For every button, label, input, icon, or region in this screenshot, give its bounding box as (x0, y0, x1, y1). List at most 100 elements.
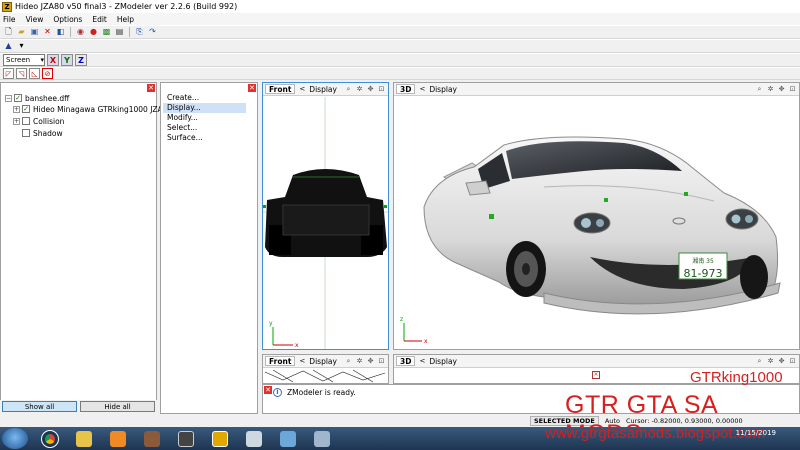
window-title: Hideo JZA80 v50 final3 - ZModeler ver 2.… (15, 2, 238, 11)
start-button[interactable] (2, 428, 28, 449)
chrome-icon[interactable] (34, 428, 66, 449)
zmodeler-taskbar-icon[interactable] (204, 428, 236, 449)
pan-icon[interactable]: ✥ (777, 85, 786, 94)
maximize-icon[interactable]: ⊡ (788, 357, 797, 366)
tree-item-banshee[interactable]: − ✓ banshee.dff (5, 93, 69, 103)
front-wireframe: y x (263, 97, 388, 349)
rotate-icon[interactable]: ✲ (355, 85, 364, 94)
media-player-icon[interactable] (102, 428, 134, 449)
menu-edit[interactable]: Edit (92, 15, 107, 24)
visibility-checkbox[interactable] (22, 117, 30, 125)
command-panel: ✕ Create... Display... Modify... Select.… (160, 82, 258, 414)
tree-item-label: banshee.dff (25, 93, 70, 103)
maximize-icon[interactable]: ⊡ (788, 85, 797, 94)
select-polygon-icon[interactable]: ◹ (16, 68, 27, 79)
expand-icon[interactable]: + (13, 117, 20, 125)
zoom-icon[interactable]: ⌕ (755, 85, 764, 94)
front-viewport-secondary[interactable]: Front < Display ⌕ ✲ ✥ ⊡ (262, 354, 389, 384)
chevron-left-icon[interactable]: < (299, 357, 305, 365)
pan-icon[interactable]: ✥ (777, 357, 786, 366)
perspective-viewport[interactable]: 3D < Display ⌕ ✲ ✥ ⊡ 湘南 35 81-973 z x (393, 82, 800, 350)
delete-icon[interactable]: ✕ (42, 27, 53, 38)
redo-icon[interactable]: ↷ (147, 27, 158, 38)
rotate-icon[interactable]: ✲ (766, 357, 775, 366)
menu-file[interactable]: File (3, 15, 16, 24)
viewport-mode[interactable]: Display (429, 85, 457, 94)
axis-x-button[interactable]: X (47, 54, 59, 66)
select-object-icon[interactable]: ◺ (29, 68, 40, 79)
select-vertex-icon[interactable]: ◸ (3, 68, 14, 79)
visibility-checkbox[interactable]: ✓ (14, 94, 22, 102)
viewport-controls: ⌕ ✲ ✥ ⊡ (344, 85, 388, 94)
new-file-icon[interactable]: 🗋 (3, 27, 14, 38)
show-all-button[interactable]: Show all (2, 401, 77, 412)
maximize-icon[interactable]: ⊡ (377, 85, 386, 94)
viewport-mode[interactable]: Display (309, 85, 337, 94)
chevron-left-icon[interactable]: < (419, 85, 425, 93)
axis-y-button[interactable]: Y (61, 54, 73, 66)
snipping-tool-icon[interactable] (238, 428, 270, 449)
game-icon[interactable] (136, 428, 168, 449)
no-select-icon[interactable]: ⊘ (42, 68, 53, 79)
maximize-icon[interactable]: ⊡ (377, 357, 386, 366)
menu-options[interactable]: Options (53, 15, 82, 24)
zoom-icon[interactable]: ⌕ (344, 85, 353, 94)
image-viewer-icon[interactable] (272, 428, 304, 449)
texture-icon[interactable]: ▤ (114, 27, 125, 38)
menu-help[interactable]: Help (117, 15, 134, 24)
toolbar-divider (129, 27, 130, 37)
render-icon[interactable]: ◉ (75, 27, 86, 38)
close-icon[interactable]: ✕ (248, 84, 256, 92)
command-create[interactable]: Create... (163, 93, 246, 103)
gta-sa-icon[interactable] (170, 428, 202, 449)
zmodeler-app-icon[interactable]: Z (2, 1, 12, 12)
watermark-author: GTRking1000 (690, 369, 783, 386)
pan-icon[interactable]: ✥ (366, 357, 375, 366)
undo-icon[interactable]: ⎘ (134, 27, 145, 38)
chevron-left-icon[interactable]: < (299, 85, 305, 93)
command-select[interactable]: Select... (163, 123, 246, 133)
command-modify[interactable]: Modify... (163, 113, 246, 123)
visibility-checkbox[interactable] (22, 129, 30, 137)
rotate-icon[interactable]: ✲ (766, 85, 775, 94)
front-viewport[interactable]: Front < Display ⌕ ✲ ✥ ⊡ y x (262, 82, 389, 350)
coordinate-space-value: Screen (6, 56, 31, 64)
pan-icon[interactable]: ✥ (366, 85, 375, 94)
viewport-name[interactable]: Front (265, 356, 296, 366)
rotate-icon[interactable]: ✲ (355, 357, 364, 366)
zoom-icon[interactable]: ⌕ (755, 357, 764, 366)
hide-all-button[interactable]: Hide all (80, 401, 155, 412)
tree-item-shadow[interactable]: Shadow (22, 128, 63, 138)
close-icon[interactable]: ✕ (264, 386, 272, 394)
command-display[interactable]: Display... (163, 103, 246, 113)
dropdown-arrow-icon[interactable]: ▾ (16, 41, 27, 52)
pointer-tool-icon[interactable]: ▲ (3, 41, 14, 52)
open-file-icon[interactable]: ▰ (16, 27, 27, 38)
plate-top-text: 湘南 35 (692, 257, 714, 265)
menu-view[interactable]: View (26, 15, 44, 24)
import-icon[interactable]: ◧ (55, 27, 66, 38)
viewport-name[interactable]: 3D (396, 84, 416, 94)
viewport-name[interactable]: Front (265, 84, 296, 94)
notepad-icon[interactable] (306, 428, 338, 449)
collapse-icon[interactable]: − (5, 94, 12, 102)
clock-date[interactable]: 11/15/2019 (736, 429, 776, 437)
viewport-mode[interactable]: Display (429, 357, 457, 366)
watermark-url: www.gtrgtasamods.blogspot.com (545, 425, 766, 442)
visibility-checkbox[interactable]: ✓ (22, 105, 30, 113)
explorer-icon[interactable] (68, 428, 100, 449)
record-icon[interactable]: ● (88, 27, 99, 38)
expand-icon[interactable]: + (13, 105, 20, 113)
coordinate-space-select[interactable]: Screen ▾ (3, 54, 45, 66)
axis-z-button[interactable]: Z (75, 54, 87, 66)
tree-item-collision[interactable]: + Collision (13, 116, 64, 126)
zoom-icon[interactable]: ⌕ (344, 357, 353, 366)
command-surface[interactable]: Surface... (163, 133, 246, 143)
tree-item-hideo[interactable]: + ✓ Hideo Minagawa GTRking1000 JZA80 (13, 104, 172, 114)
viewport-mode[interactable]: Display (309, 357, 337, 366)
viewport-name[interactable]: 3D (396, 356, 416, 366)
material-icon[interactable]: ▩ (101, 27, 112, 38)
chevron-left-icon[interactable]: < (419, 357, 425, 365)
save-icon[interactable]: ▣ (29, 27, 40, 38)
close-icon[interactable]: ✕ (147, 84, 155, 92)
